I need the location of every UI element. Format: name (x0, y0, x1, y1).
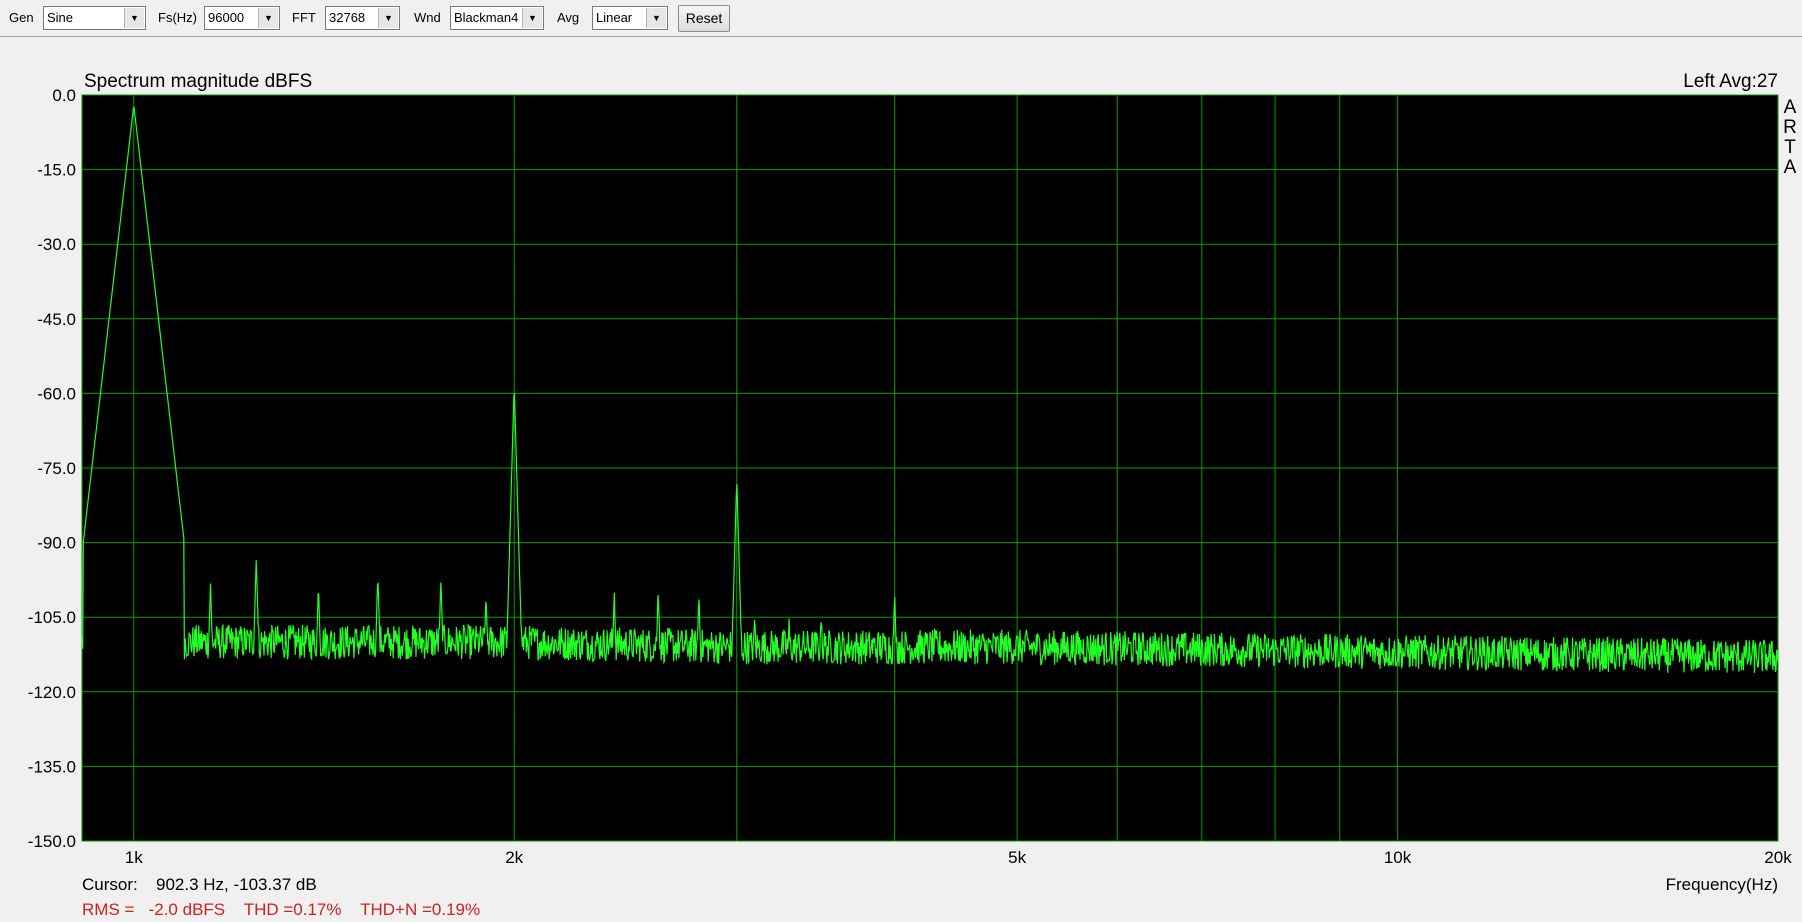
toolbar: Gen Sine ▼ Fs(Hz) 96000 ▼ FFT 32768 ▼ Wn… (0, 0, 1802, 37)
x-tick-label: 1k (125, 848, 143, 867)
chevron-down-icon: ▼ (124, 8, 144, 28)
gen-select[interactable]: Sine ▼ (43, 6, 146, 30)
y-tick-label: -30.0 (37, 235, 76, 254)
brand-letter-t: T (1784, 137, 1796, 158)
y-tick-label: -150.0 (28, 832, 76, 851)
arta-brand: A R T A (1783, 97, 1797, 178)
chevron-down-icon: ▼ (522, 8, 542, 28)
chevron-down-icon: ▼ (258, 8, 278, 28)
x-axis-label: Frequency(Hz) (1666, 875, 1778, 894)
x-tick-label: 10k (1384, 848, 1412, 867)
wnd-value: Blackman4 (454, 10, 519, 25)
avg-label: Avg (557, 10, 580, 25)
brand-letter-r: R (1783, 117, 1797, 138)
brand-letter-a2: A (1784, 157, 1797, 178)
fft-label: FFT (292, 10, 316, 25)
fft-select[interactable]: 32768 ▼ (325, 6, 400, 30)
stats-readout: RMS = -2.0 dBFS THD =0.17% THD+N =0.19% (82, 900, 480, 919)
chevron-down-icon: ▼ (646, 8, 666, 28)
spectrum-chart[interactable]: Spectrum magnitude dBFS Left Avg:27 0.0 -… (0, 37, 1802, 922)
y-tick-label: -60.0 (37, 384, 76, 403)
y-tick-label: 0.0 (52, 86, 76, 105)
y-tick-label: -105.0 (28, 608, 76, 627)
plot-title: Spectrum magnitude dBFS (84, 71, 312, 92)
y-tick-label: -75.0 (37, 459, 76, 478)
y-tick-label: -120.0 (28, 683, 76, 702)
cursor-label: Cursor: (82, 875, 138, 894)
spectrum-panel: Spectrum magnitude dBFS Left Avg:27 0.0 -… (0, 36, 1802, 922)
avg-select[interactable]: Linear ▼ (592, 6, 668, 30)
wnd-select[interactable]: Blackman4 ▼ (450, 6, 544, 30)
fft-value: 32768 (329, 10, 366, 25)
x-tick-label: 5k (1008, 848, 1026, 867)
y-tick-label: -15.0 (37, 161, 76, 180)
cursor-readout: 902.3 Hz, -103.37 dB (156, 875, 317, 894)
y-tick-label: -135.0 (28, 757, 76, 776)
y-tick-label: -90.0 (37, 534, 76, 553)
fs-select[interactable]: 96000 ▼ (204, 6, 280, 30)
fs-label: Fs(Hz) (158, 10, 197, 25)
wnd-label: Wnd (414, 10, 441, 25)
channel-info: Left Avg:27 (1683, 71, 1778, 92)
reset-button[interactable]: Reset (678, 5, 730, 32)
brand-letter-a: A (1784, 97, 1797, 118)
x-tick-label: 20k (1764, 848, 1792, 867)
chevron-down-icon: ▼ (378, 8, 398, 28)
y-tick-label: -45.0 (37, 310, 76, 329)
gen-value: Sine (47, 10, 74, 25)
x-tick-label: 2k (505, 848, 523, 867)
avg-value: Linear (596, 10, 633, 25)
gen-label: Gen (9, 10, 34, 25)
x-axis-ticks: 1k 2k 5k 10k 20k (125, 848, 1792, 867)
y-axis-ticks: 0.0 -15.0 -30.0 -45.0 -60.0 -75.0 -90.0 -105.0 -… (28, 86, 76, 851)
fs-value: 96000 (208, 10, 245, 25)
